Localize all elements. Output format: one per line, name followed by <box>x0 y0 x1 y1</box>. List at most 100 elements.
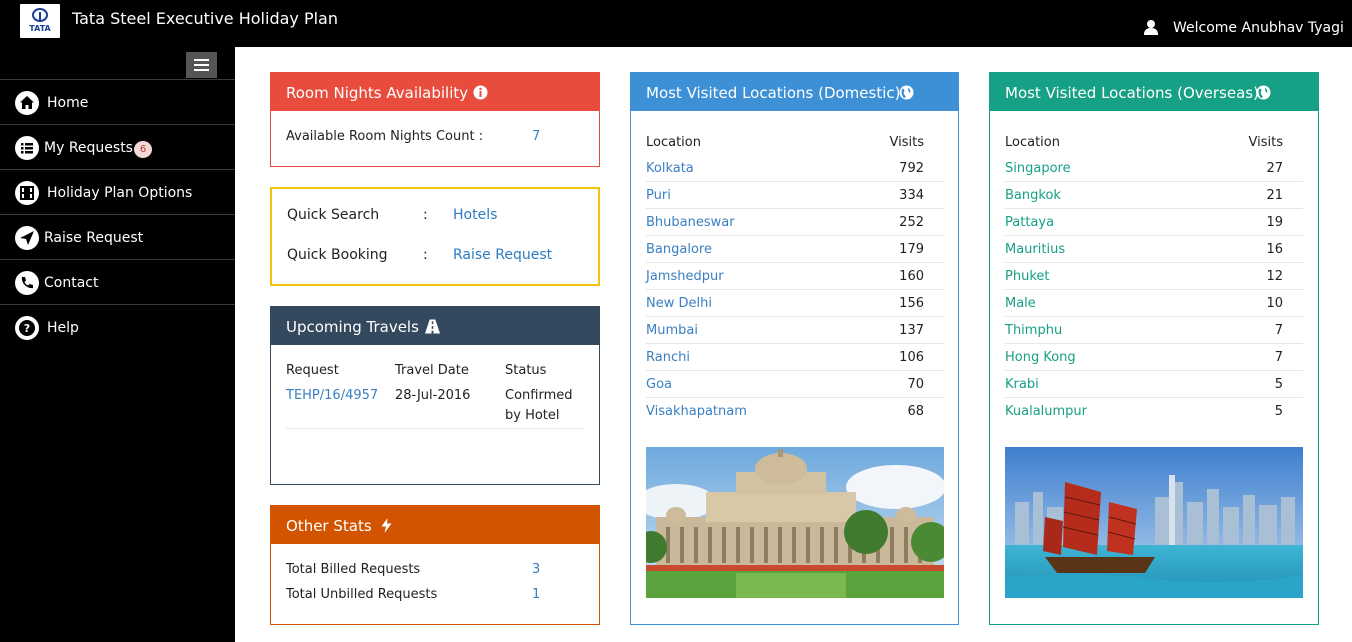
table-row: Hong Kong 7 <box>1005 344 1303 371</box>
user-icon <box>1144 20 1158 35</box>
list-icon <box>15 136 39 160</box>
table-row: Ranchi 106 <box>646 344 944 371</box>
table-row: Puri 334 <box>646 182 944 209</box>
room-nights-count[interactable]: 7 <box>532 129 540 144</box>
location-link[interactable]: Phuket <box>1005 269 1049 284</box>
visits-count: 334 <box>899 188 924 203</box>
panel-header: Most Visited Locations (Overseas) <box>990 73 1318 111</box>
location-link[interactable]: Mauritius <box>1005 242 1065 257</box>
visits-count: 27 <box>1266 161 1283 176</box>
visits-count: 68 <box>907 404 924 419</box>
menu-toggle-button[interactable] <box>186 52 217 78</box>
visits-count: 179 <box>899 242 924 257</box>
welcome-user[interactable]: Welcome Anubhav Tyagi <box>1173 20 1344 36</box>
panel-header: Other Stats <box>271 506 599 544</box>
visits-count: 12 <box>1266 269 1283 284</box>
globe-icon <box>1256 85 1271 100</box>
sidebar-item-home[interactable]: Home <box>0 79 235 124</box>
location-link[interactable]: Krabi <box>1005 377 1039 392</box>
location-link[interactable]: Singapore <box>1005 161 1071 176</box>
tata-logo-icon <box>32 8 48 22</box>
location-link[interactable]: Bhubaneswar <box>646 215 735 230</box>
location-link[interactable]: Goa <box>646 377 672 392</box>
table-row: Kolkata 792 <box>646 155 944 182</box>
column-header-visits: Visits <box>889 135 924 150</box>
domestic-locations-table: Location Visits Kolkata 792 Puri 334 Bhubane… <box>646 133 944 425</box>
logo-text: TATA <box>29 24 51 33</box>
location-link[interactable]: Jamshedpur <box>646 269 724 284</box>
visits-count: 19 <box>1266 215 1283 230</box>
visits-count: 16 <box>1266 242 1283 257</box>
visits-count: 160 <box>899 269 924 284</box>
location-link[interactable]: Pattaya <box>1005 215 1054 230</box>
column-header-travel-date: Travel Date <box>395 363 469 378</box>
location-link[interactable]: Male <box>1005 296 1036 311</box>
quick-booking-label: Quick Booking <box>287 247 388 263</box>
table-row: TEHP/16/4957 28-Jul-2016 Confirmed by Ho… <box>286 385 584 429</box>
unbilled-requests-value[interactable]: 1 <box>532 587 540 602</box>
table-row: Male 10 <box>1005 290 1303 317</box>
bangalore-vidhana-soudha-photo <box>646 447 944 598</box>
requests-count-badge: 6 <box>134 141 152 158</box>
table-row: Goa 70 <box>646 371 944 398</box>
table-row: Mauritius 16 <box>1005 236 1303 263</box>
visits-count: 5 <box>1274 377 1283 392</box>
location-link[interactable]: Kolkata <box>646 161 694 176</box>
tata-logo[interactable]: TATA <box>20 4 60 38</box>
question-icon: ? <box>15 316 39 340</box>
billed-requests-label: Total Billed Requests <box>286 562 421 577</box>
table-row: Thimphu 7 <box>1005 317 1303 344</box>
send-icon <box>15 226 39 250</box>
location-link[interactable]: New Delhi <box>646 296 712 311</box>
location-link[interactable]: Puri <box>646 188 671 203</box>
visits-count: 70 <box>907 377 924 392</box>
column-header-location: Location <box>1005 135 1060 150</box>
billed-requests-value[interactable]: 3 <box>532 562 540 577</box>
visits-count: 10 <box>1266 296 1283 311</box>
status-line-1: Confirmed <box>505 388 573 403</box>
column-header-request: Request <box>286 363 339 378</box>
table-row: Bangkok 21 <box>1005 182 1303 209</box>
road-icon <box>425 319 440 334</box>
hong-kong-junk-boat-photo <box>1005 447 1303 598</box>
sidebar-item-my-requests[interactable]: My Requests 6 <box>0 124 235 169</box>
info-icon[interactable] <box>473 85 488 100</box>
table-row: Phuket 12 <box>1005 263 1303 290</box>
quick-search-label: Quick Search <box>287 207 380 223</box>
globe-icon <box>899 85 914 100</box>
sidebar-item-label: Home <box>47 95 89 111</box>
sidebar-item-label: Help <box>47 320 79 336</box>
quick-booking-raise-request-link[interactable]: Raise Request <box>453 247 552 263</box>
sidebar: Home My Requests 6 Holiday Plan Options … <box>0 47 235 642</box>
phone-icon <box>15 271 39 295</box>
domestic-locations-panel: Most Visited Locations (Domestic) Locati… <box>630 72 959 625</box>
quick-search-hotels-link[interactable]: Hotels <box>453 207 497 223</box>
sidebar-item-contact[interactable]: Contact <box>0 259 235 304</box>
location-link[interactable]: Kualalumpur <box>1005 404 1087 419</box>
sidebar-item-help[interactable]: ? Help <box>0 304 235 349</box>
location-link[interactable]: Bangkok <box>1005 188 1061 203</box>
sidebar-item-label: Raise Request <box>44 230 144 246</box>
location-link[interactable]: Hong Kong <box>1005 350 1076 365</box>
location-link[interactable]: Thimphu <box>1005 323 1062 338</box>
table-row: Krabi 5 <box>1005 371 1303 398</box>
svg-text:?: ? <box>24 322 30 335</box>
table-header: Location Visits <box>646 133 944 155</box>
location-link[interactable]: Bangalore <box>646 242 712 257</box>
lightning-icon <box>381 518 392 533</box>
request-id-link[interactable]: TEHP/16/4957 <box>286 388 378 403</box>
location-link[interactable]: Mumbai <box>646 323 698 338</box>
sidebar-item-holiday-plan-options[interactable]: Holiday Plan Options <box>0 169 235 214</box>
quick-search-colon: : <box>423 207 428 223</box>
location-link[interactable]: Ranchi <box>646 350 690 365</box>
table-row: Kualalumpur 5 <box>1005 398 1303 425</box>
table-row: Jamshedpur 160 <box>646 263 944 290</box>
sidebar-item-raise-request[interactable]: Raise Request <box>0 214 235 259</box>
location-link[interactable]: Visakhapatnam <box>646 404 747 419</box>
film-icon <box>15 181 39 205</box>
room-nights-label: Available Room Nights Count : <box>286 129 484 144</box>
visits-count: 137 <box>899 323 924 338</box>
column-header-visits: Visits <box>1248 135 1283 150</box>
panel-title: Upcoming Travels <box>286 318 419 336</box>
panel-title: Most Visited Locations (Overseas) <box>1005 84 1259 102</box>
